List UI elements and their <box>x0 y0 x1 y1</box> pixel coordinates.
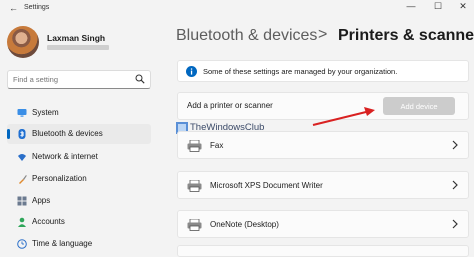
printer-row-onenote[interactable]: OneNote (Desktop) <box>177 210 469 238</box>
sidebar-item-label: Bluetooth & devices <box>32 129 103 138</box>
back-arrow-icon[interactable]: ← <box>9 3 18 13</box>
sidebar-item-label: Accounts <box>32 217 65 226</box>
search-box[interactable] <box>7 70 151 89</box>
add-printer-label: Add a printer or scanner <box>187 101 273 110</box>
add-device-button[interactable]: Add device <box>383 97 455 115</box>
apps-icon <box>17 196 27 206</box>
sidebar-item-system[interactable]: System <box>7 103 151 123</box>
minimize-button[interactable]: — <box>404 1 418 11</box>
sidebar-item-label: Time & language <box>32 239 93 248</box>
chevron-right-icon <box>452 140 458 150</box>
avatar[interactable] <box>7 26 39 58</box>
user-email-redacted <box>47 45 109 50</box>
title-bar: ← Settings — ☐ ✕ <box>0 0 474 18</box>
person-icon <box>18 217 26 227</box>
printer-row-partial[interactable] <box>177 245 469 257</box>
app-title: Settings <box>24 4 50 11</box>
wifi-icon <box>18 154 26 161</box>
sidebar-item-apps[interactable]: Apps <box>7 191 151 211</box>
sidebar-item-bluetooth-devices[interactable]: Bluetooth & devices <box>7 124 151 144</box>
monitor-icon <box>17 109 27 117</box>
maximize-button[interactable]: ☐ <box>431 1 445 12</box>
printer-icon <box>187 180 202 192</box>
active-indicator <box>7 129 10 139</box>
user-name: Laxman Singh <box>47 33 106 43</box>
brush-icon <box>19 175 27 184</box>
page-title: Printers & scanners <box>338 27 474 44</box>
breadcrumb-parent[interactable]: Bluetooth & devices <box>176 27 317 45</box>
sidebar-item-network-internet[interactable]: Network & internet <box>7 147 151 167</box>
sidebar-item-label: Apps <box>32 196 51 205</box>
search-icon[interactable] <box>135 74 145 84</box>
managed-notice: Some of these settings are managed by yo… <box>177 60 469 82</box>
sidebar-item-time-language[interactable]: Time & language <box>7 234 151 254</box>
printer-row-fax[interactable]: Fax <box>177 131 469 159</box>
info-icon <box>186 66 197 77</box>
bluetooth-icon <box>18 129 26 139</box>
printer-icon <box>187 219 202 231</box>
globe-clock-icon <box>17 239 27 249</box>
sidebar-item-label: Network & internet <box>32 152 98 161</box>
sidebar-item-label: Personalization <box>32 174 87 183</box>
printer-icon <box>187 140 202 152</box>
search-input[interactable] <box>13 71 131 88</box>
printer-name: Fax <box>210 141 224 150</box>
sidebar-item-accounts[interactable]: Accounts <box>7 212 151 232</box>
chevron-right-icon <box>452 180 458 190</box>
breadcrumb-separator: > <box>318 26 328 43</box>
printer-name: Microsoft XPS Document Writer <box>210 181 323 190</box>
sidebar-item-personalization[interactable]: Personalization <box>7 169 151 189</box>
printer-name: OneNote (Desktop) <box>210 220 279 229</box>
add-printer-row: Add a printer or scanner Add device <box>177 92 469 120</box>
sidebar-item-label: System <box>32 108 59 117</box>
notice-text: Some of these settings are managed by yo… <box>203 67 398 76</box>
printer-row-xps[interactable]: Microsoft XPS Document Writer <box>177 171 469 199</box>
close-button[interactable]: ✕ <box>456 1 470 12</box>
chevron-right-icon <box>452 219 458 229</box>
